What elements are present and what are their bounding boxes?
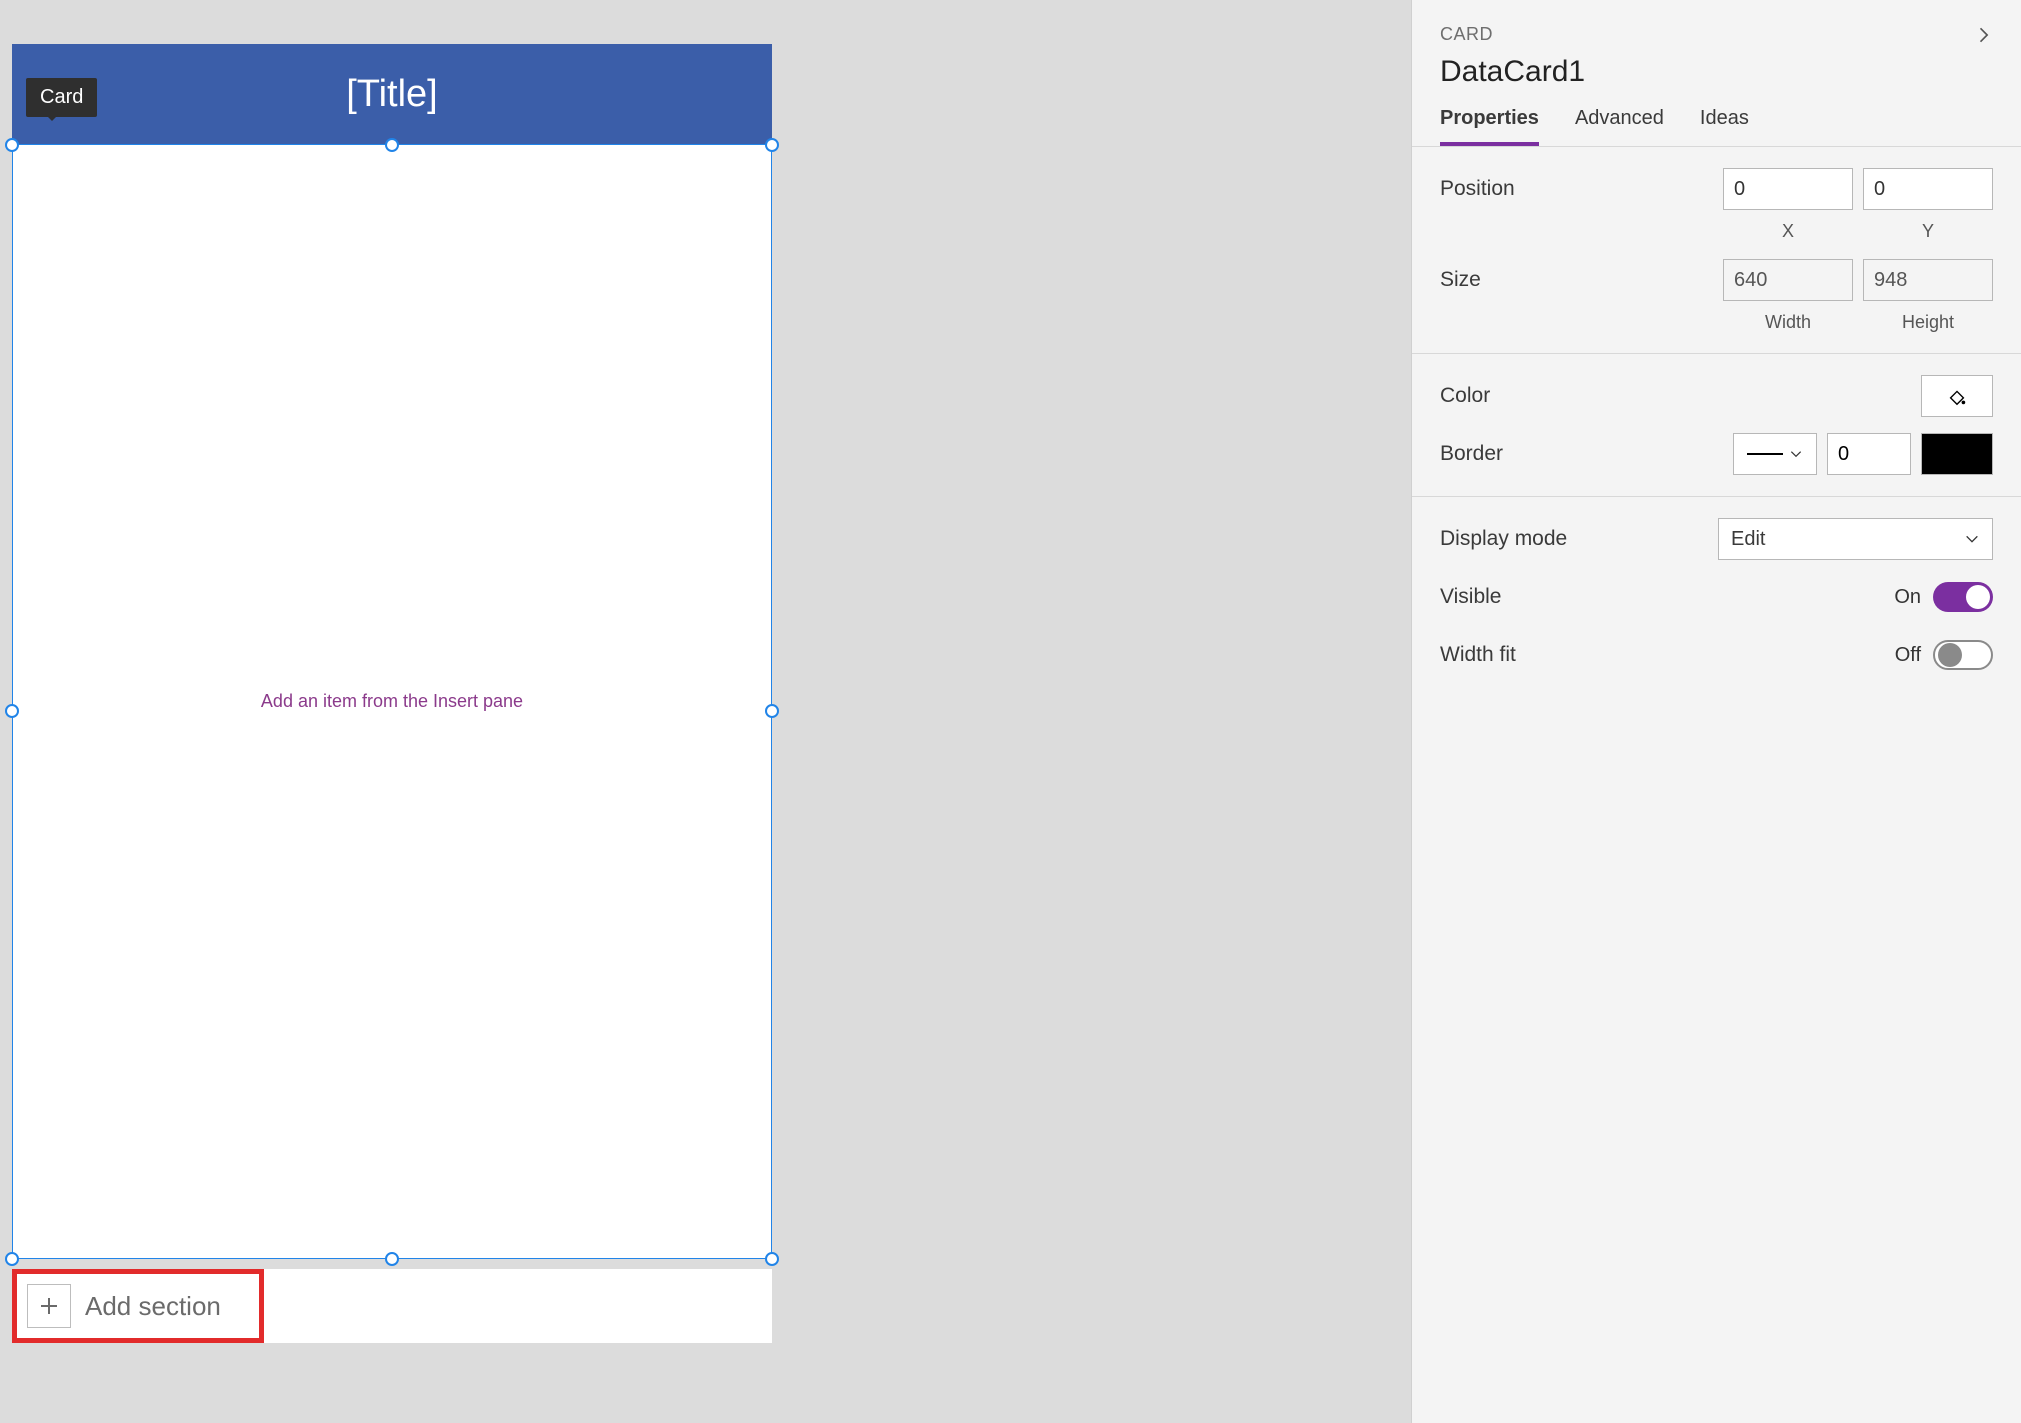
size-label: Size bbox=[1440, 268, 1481, 292]
position-label: Position bbox=[1440, 177, 1515, 201]
tab-ideas[interactable]: Ideas bbox=[1700, 107, 1749, 146]
selection-tooltip-label: Card bbox=[40, 86, 83, 108]
size-width-sublabel: Width bbox=[1723, 312, 1853, 333]
width-fit-label: Width fit bbox=[1440, 643, 1516, 667]
resize-handle-middle-left[interactable] bbox=[5, 704, 19, 718]
position-x-input[interactable] bbox=[1723, 168, 1853, 210]
position-y-sublabel: Y bbox=[1863, 221, 1993, 242]
card-title-bar[interactable]: [Title] bbox=[12, 44, 772, 144]
paint-bucket-icon bbox=[1946, 385, 1968, 407]
plus-icon bbox=[27, 1284, 71, 1328]
position-x-sublabel: X bbox=[1723, 221, 1853, 242]
selection-tooltip: Card bbox=[26, 78, 97, 117]
properties-panel: CARD DataCard1 Properties Advanced Ideas… bbox=[1411, 0, 2021, 1423]
panel-object-name: DataCard1 bbox=[1440, 55, 1993, 89]
size-width-input[interactable] bbox=[1723, 259, 1853, 301]
display-mode-label: Display mode bbox=[1440, 527, 1567, 551]
border-color-swatch[interactable] bbox=[1921, 433, 1993, 475]
width-fit-state-text: Off bbox=[1895, 644, 1921, 667]
border-line-preview bbox=[1747, 453, 1783, 455]
border-width-input[interactable] bbox=[1827, 433, 1911, 475]
width-fit-toggle[interactable] bbox=[1933, 640, 1993, 670]
display-mode-select[interactable]: Edit bbox=[1718, 518, 1993, 560]
display-mode-value: Edit bbox=[1731, 528, 1765, 551]
visible-state-text: On bbox=[1894, 586, 1921, 609]
resize-handle-top-middle[interactable] bbox=[385, 138, 399, 152]
visible-label: Visible bbox=[1440, 585, 1501, 609]
panel-tabs: Properties Advanced Ideas bbox=[1440, 107, 1993, 146]
resize-handle-middle-right[interactable] bbox=[765, 704, 779, 718]
tab-properties[interactable]: Properties bbox=[1440, 107, 1539, 146]
card-empty-hint: Add an item from the Insert pane bbox=[261, 691, 523, 712]
add-section-button[interactable]: Add section bbox=[12, 1269, 264, 1343]
canvas-area: Card [Title] Add an item from the Insert… bbox=[0, 0, 1411, 1423]
card-title-text: [Title] bbox=[346, 73, 438, 116]
size-height-sublabel: Height bbox=[1863, 312, 1993, 333]
card-container[interactable]: [Title] Add an item from the Insert pane bbox=[12, 44, 772, 1343]
position-y-input[interactable] bbox=[1863, 168, 1993, 210]
chevron-down-icon bbox=[1964, 531, 1980, 547]
add-section-label: Add section bbox=[85, 1291, 221, 1322]
visible-toggle[interactable] bbox=[1933, 582, 1993, 612]
color-label: Color bbox=[1440, 384, 1490, 408]
card-body[interactable]: Add an item from the Insert pane bbox=[12, 144, 772, 1259]
resize-handle-bottom-left[interactable] bbox=[5, 1252, 19, 1266]
chevron-down-icon bbox=[1789, 447, 1803, 461]
panel-collapse-icon[interactable] bbox=[1973, 25, 1993, 45]
tab-advanced[interactable]: Advanced bbox=[1575, 107, 1664, 146]
size-height-input[interactable] bbox=[1863, 259, 1993, 301]
border-style-select[interactable] bbox=[1733, 433, 1817, 475]
panel-type-label: CARD bbox=[1440, 24, 1493, 45]
resize-handle-bottom-middle[interactable] bbox=[385, 1252, 399, 1266]
resize-handle-top-left[interactable] bbox=[5, 138, 19, 152]
resize-handle-bottom-right[interactable] bbox=[765, 1252, 779, 1266]
border-label: Border bbox=[1440, 442, 1503, 466]
color-picker-button[interactable] bbox=[1921, 375, 1993, 417]
resize-handle-top-right[interactable] bbox=[765, 138, 779, 152]
